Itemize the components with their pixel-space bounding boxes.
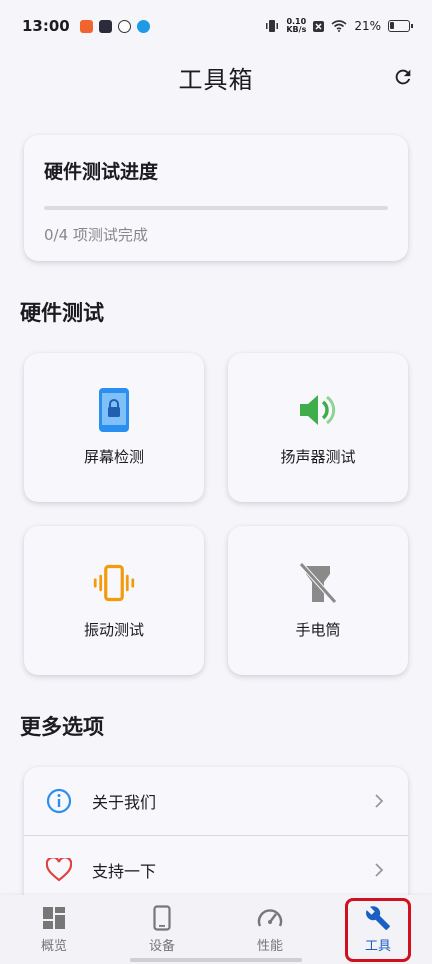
about-us-label: 关于我们 (92, 793, 157, 812)
refresh-icon (395, 69, 411, 85)
nav-overview[interactable]: 概览 (0, 895, 108, 964)
vibration-test-label: 振动测试 (83, 621, 144, 639)
battery-icon (388, 20, 413, 32)
nav-device-label: 设备 (148, 939, 175, 954)
speaker-icon (296, 388, 340, 432)
battery-percent: 21% (354, 19, 381, 33)
home-indicator[interactable] (130, 958, 302, 962)
app-header: 工具箱 (0, 52, 432, 102)
nav-tools-label: 工具 (364, 939, 391, 954)
hardware-test-section-title: 硬件测试 (20, 301, 104, 325)
vibration-icon (92, 561, 136, 605)
phone-lock-icon (92, 388, 136, 432)
network-speed: 0.10 KB/s (286, 18, 306, 34)
speaker-test-label: 扬声器测试 (280, 448, 356, 466)
network-speed-unit: KB/s (286, 25, 307, 34)
status-left: 13:00 (22, 17, 150, 35)
hardware-progress-card: 硬件测试进度 0/4 项测试完成 (24, 135, 408, 261)
data-off-icon (313, 20, 325, 32)
nav-tools[interactable]: 工具 (324, 895, 432, 964)
notification-link-icon (117, 19, 131, 33)
chevron-right-icon (375, 794, 384, 808)
heart-icon (46, 857, 72, 883)
more-options-section-title: 更多选项 (20, 715, 104, 739)
notification-browser-icon (136, 19, 150, 33)
nav-performance-label: 性能 (256, 939, 283, 954)
screen-test-tile[interactable]: 屏幕检测 (24, 353, 204, 502)
page-title: 工具箱 (178, 65, 254, 94)
progress-bar (44, 206, 388, 210)
speedometer-icon (257, 905, 283, 931)
flashlight-off-icon (296, 561, 340, 605)
progress-status-text: 0/4 项测试完成 (44, 226, 148, 244)
about-us-item[interactable]: 关于我们 (24, 767, 408, 835)
bottom-navigation: 概览 设备 性能 工具 (0, 895, 432, 964)
wifi-icon (331, 20, 347, 32)
nav-overview-label: 概览 (40, 939, 67, 954)
flashlight-tile[interactable]: 手电筒 (228, 526, 408, 675)
device-icon (149, 905, 175, 931)
chevron-right-icon (375, 862, 384, 877)
support-us-item[interactable]: 支持一下 (24, 835, 408, 903)
progress-title: 硬件测试进度 (44, 161, 159, 183)
nav-device[interactable]: 设备 (108, 895, 216, 964)
status-bar: 13:00 0.10 KB/s 21% (0, 0, 432, 52)
nav-performance[interactable]: 性能 (216, 895, 324, 964)
refresh-button[interactable] (390, 64, 416, 90)
vibration-test-tile[interactable]: 振动测试 (24, 526, 204, 675)
support-us-label: 支持一下 (92, 861, 157, 881)
notification-video-icon (98, 19, 112, 33)
speaker-test-tile[interactable]: 扬声器测试 (228, 353, 408, 502)
vibrate-mode-icon (266, 20, 279, 32)
info-icon (46, 788, 72, 814)
more-options-card: 关于我们 支持一下 (24, 767, 408, 907)
notification-app-icon (79, 19, 93, 33)
flashlight-label: 手电筒 (295, 621, 341, 639)
wrench-icon (365, 905, 391, 931)
status-time: 13:00 (22, 17, 70, 35)
dashboard-icon (41, 905, 67, 931)
status-right: 0.10 KB/s 21% (265, 18, 413, 34)
screen-test-label: 屏幕检测 (83, 448, 144, 466)
